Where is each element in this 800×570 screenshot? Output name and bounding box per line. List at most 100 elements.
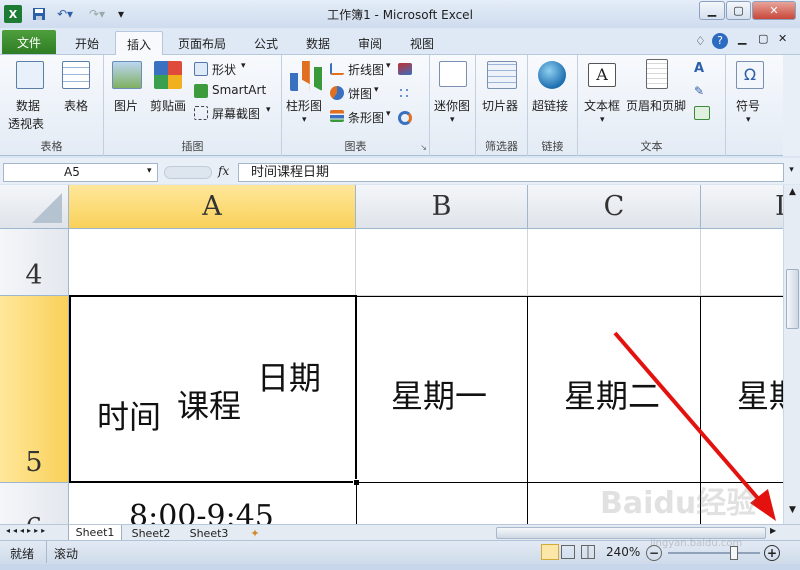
- shapes-button[interactable]: 形状: [212, 61, 236, 78]
- zoom-in-icon[interactable]: +: [764, 545, 780, 561]
- tab-view[interactable]: 视图: [402, 31, 442, 55]
- bar-chart-button[interactable]: 条形图: [348, 109, 384, 126]
- line-chart-dropdown-icon[interactable]: ▾: [386, 61, 391, 71]
- tab-insert[interactable]: 插入: [115, 31, 163, 56]
- doc-close-icon[interactable]: ✕: [778, 32, 787, 45]
- table-button[interactable]: 表格: [64, 97, 88, 114]
- column-header-a[interactable]: A: [69, 185, 356, 229]
- sheet-tab-2[interactable]: Sheet2: [124, 525, 178, 541]
- baidu-watermark: Baidu经验: [600, 486, 757, 521]
- pie-chart-button[interactable]: 饼图: [348, 85, 372, 102]
- pie-chart-dropdown-icon[interactable]: ▾: [374, 85, 379, 95]
- clipart-button[interactable]: 剪贴画: [150, 97, 186, 114]
- insert-function-icon[interactable]: fx: [218, 164, 229, 178]
- screenshot-button[interactable]: 屏幕截图: [212, 105, 260, 122]
- row-header-6[interactable]: 6: [0, 483, 69, 524]
- tab-page-layout[interactable]: 页面布局: [170, 31, 234, 55]
- line-chart-button[interactable]: 折线图: [348, 61, 384, 78]
- doc-restore-icon[interactable]: ▢: [758, 32, 768, 45]
- cell-c4[interactable]: [528, 229, 701, 296]
- sheet-tab-1[interactable]: Sheet1: [68, 525, 122, 541]
- maximize-button[interactable]: ▢: [726, 1, 751, 20]
- vertical-scroll-thumb[interactable]: [786, 269, 799, 329]
- normal-view-icon[interactable]: [541, 544, 559, 560]
- textbox-icon: A: [588, 63, 616, 87]
- zoom-level[interactable]: 240%: [606, 545, 640, 559]
- tab-review[interactable]: 审阅: [350, 31, 390, 55]
- zoom-slider-track[interactable]: [668, 552, 760, 554]
- minimize-button[interactable]: ▁: [699, 1, 725, 20]
- cell-a6[interactable]: 8:00-9:45: [69, 483, 357, 524]
- picture-button[interactable]: 图片: [114, 97, 138, 114]
- ribbon-scrollbar[interactable]: [783, 55, 800, 156]
- area-chart-icon[interactable]: [398, 63, 412, 75]
- textbox-button[interactable]: 文本框: [584, 97, 620, 114]
- textbox-dropdown-icon[interactable]: ▾: [600, 115, 605, 125]
- row-header-5[interactable]: 5: [0, 296, 69, 483]
- pivot-table-label2[interactable]: 透视表: [8, 115, 44, 132]
- formula-bar-divider[interactable]: [164, 166, 212, 179]
- scatter-chart-icon[interactable]: [398, 87, 412, 99]
- wordart-icon[interactable]: A: [694, 61, 710, 76]
- screenshot-dropdown-icon[interactable]: ▾: [266, 105, 271, 115]
- tab-formulas[interactable]: 公式: [246, 31, 286, 55]
- header-footer-button[interactable]: 页眉和页脚: [626, 97, 686, 114]
- pie-chart-icon: [330, 86, 344, 100]
- group-text-label: 文本: [640, 140, 663, 153]
- ribbon: 数据 透视表 表格 表格 图片 剪贴画 形状 ▾ SmartArt 屏幕截图 ▾…: [0, 55, 800, 156]
- cell-a4[interactable]: [69, 229, 356, 296]
- bar-chart-dropdown-icon[interactable]: ▾: [386, 109, 391, 119]
- scroll-up-icon[interactable]: ▲: [786, 187, 799, 201]
- other-charts-icon[interactable]: [398, 111, 412, 125]
- scroll-down-icon[interactable]: ▼: [786, 505, 799, 519]
- smartart-icon: [194, 84, 208, 98]
- sparkline-icon: [439, 61, 467, 87]
- page-break-view-icon[interactable]: [581, 545, 595, 559]
- symbol-icon: Ω: [736, 61, 764, 89]
- cell-a5-selected[interactable]: 时间 课程 日期: [69, 295, 360, 486]
- name-box[interactable]: A5: [3, 163, 158, 182]
- object-icon[interactable]: [694, 106, 710, 120]
- symbol-dropdown-icon[interactable]: ▾: [746, 115, 751, 125]
- shapes-dropdown-icon[interactable]: ▾: [241, 61, 246, 71]
- select-all-corner[interactable]: [0, 185, 69, 229]
- expand-formula-bar-icon[interactable]: ▾: [785, 165, 798, 181]
- symbol-button[interactable]: 符号: [736, 97, 760, 114]
- column-header-d[interactable]: D: [701, 185, 783, 229]
- cell-b4[interactable]: [356, 229, 528, 296]
- hyperlink-button[interactable]: 超链接: [532, 97, 568, 114]
- group-links: 超链接 链接: [528, 55, 578, 156]
- page-layout-view-icon[interactable]: [561, 545, 575, 559]
- screenshot-icon: [194, 106, 208, 120]
- close-button[interactable]: ✕: [752, 1, 796, 20]
- smartart-button[interactable]: SmartArt: [212, 83, 266, 97]
- charts-dialog-launcher-icon[interactable]: ↘: [420, 143, 427, 152]
- cell-d4[interactable]: [701, 229, 783, 296]
- formula-input[interactable]: 时间课程日期: [238, 163, 784, 182]
- tab-home[interactable]: 开始: [64, 31, 110, 55]
- cell-b5[interactable]: 星期一: [357, 296, 528, 483]
- group-text: A 文本框 ▾ 页眉和页脚 A ✎ 文本: [578, 55, 726, 156]
- sparkline-dropdown-icon[interactable]: ▾: [450, 115, 455, 125]
- column-header-b[interactable]: B: [356, 185, 528, 229]
- row-header-4[interactable]: 4: [0, 229, 69, 296]
- column-header-c[interactable]: C: [528, 185, 701, 229]
- sheet-tab-3[interactable]: Sheet3: [182, 525, 236, 541]
- ribbon-collapse-icon[interactable]: ♢: [695, 34, 706, 48]
- sparkline-button[interactable]: 迷你图: [434, 97, 470, 114]
- doc-minimize-icon[interactable]: ▁: [738, 32, 746, 45]
- slicer-button[interactable]: 切片器: [482, 97, 518, 114]
- column-chart-button[interactable]: 柱形图: [286, 97, 322, 114]
- help-icon[interactable]: ?: [712, 33, 728, 49]
- tab-file[interactable]: 文件: [2, 30, 56, 54]
- cell-b6[interactable]: [357, 483, 528, 524]
- column-chart-dropdown-icon[interactable]: ▾: [302, 115, 307, 125]
- sheet-nav-icon[interactable]: ◂◂◂▸▸▸: [6, 526, 48, 535]
- name-box-dropdown-icon[interactable]: ▾: [147, 166, 152, 176]
- scroll-right-icon[interactable]: ▶: [770, 526, 776, 535]
- vertical-scrollbar[interactable]: ▲ ▼: [783, 185, 800, 524]
- new-sheet-icon[interactable]: ✦: [246, 525, 264, 541]
- pivot-table-label1[interactable]: 数据: [16, 97, 40, 114]
- tab-data[interactable]: 数据: [298, 31, 338, 55]
- signature-line-icon[interactable]: ✎: [694, 84, 710, 98]
